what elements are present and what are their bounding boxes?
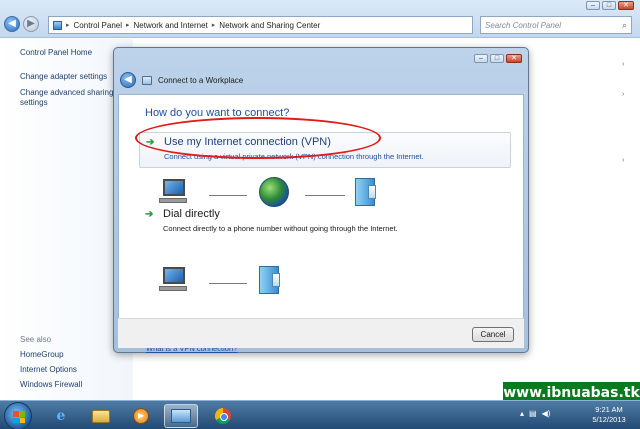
clock-date: 5/12/2013 (592, 415, 626, 424)
address-bar[interactable]: ▸ Control Panel ▸ Network and Internet ▸… (48, 16, 473, 34)
taskbar-media-button[interactable]: ▶ (124, 404, 158, 428)
chrome-icon (215, 408, 231, 424)
dialog-minimize-button[interactable]: – (474, 54, 488, 63)
connection-line (305, 195, 345, 196)
red-highlight-ellipse (135, 117, 381, 159)
forward-button[interactable]: ▶ (23, 16, 39, 32)
breadcrumb-separator-icon: ▸ (211, 22, 216, 29)
close-button[interactable]: ✕ (618, 1, 634, 10)
connect-workplace-dialog: – □ ✕ ◀ Connect to a Workplace How do yo… (113, 47, 529, 353)
show-hidden-icons-icon[interactable]: ▴ (520, 409, 524, 418)
dialog-header: ◀ Connect to a Workplace (118, 66, 524, 94)
dial-option-title: Dial directly (163, 208, 220, 220)
edge-mark: › (622, 157, 625, 164)
dialog-body: How do you want to connect? ➔ Use my Int… (118, 94, 524, 353)
dialog-title: Connect to a Workplace (158, 75, 244, 85)
explorer-toolbar: – □ ✕ ◀ ▶ ▸ Control Panel ▸ Network and … (0, 0, 640, 38)
dial-option-description: Connect directly to a phone number witho… (163, 224, 398, 233)
minimize-button[interactable]: – (586, 1, 600, 10)
sidebar-item-control-panel-home[interactable]: Control Panel Home (20, 48, 92, 58)
clock-time: 9:21 AM (595, 405, 623, 414)
taskbar-explorer-button[interactable] (84, 404, 118, 428)
cancel-button[interactable]: Cancel (472, 327, 514, 342)
system-clock[interactable]: 9:21 AM 5/12/2013 (584, 405, 634, 425)
media-player-icon: ▶ (133, 408, 149, 424)
breadcrumb-control-panel[interactable]: Control Panel (74, 21, 122, 30)
taskbar-ie-button[interactable]: e (44, 404, 78, 428)
dial-diagram (159, 259, 499, 299)
sidebar-item-homegroup[interactable]: HomeGroup (20, 350, 64, 360)
dialog-maximize-button[interactable]: □ (490, 54, 504, 63)
volume-icon[interactable]: ◀) (542, 409, 551, 418)
search-input[interactable]: Search Control Panel (485, 21, 561, 30)
search-box[interactable]: Search Control Panel ⌕ (480, 16, 632, 34)
search-icon[interactable]: ⌕ (622, 20, 627, 31)
computer-icon (159, 267, 187, 293)
breadcrumb-sharing-center[interactable]: Network and Sharing Center (219, 21, 320, 30)
connection-line (209, 283, 247, 284)
breadcrumb-separator-icon: ▸ (126, 22, 130, 29)
breadcrumb-network-internet[interactable]: Network and Internet (134, 21, 208, 30)
connection-line (209, 195, 247, 196)
taskbar-chrome-button[interactable] (206, 404, 240, 428)
folder-icon (92, 409, 110, 423)
network-status-icon[interactable]: ▤ (529, 409, 537, 418)
dialog-close-button[interactable]: ✕ (506, 54, 522, 63)
sidebar-item-change-advanced-sharing[interactable]: Change advanced sharing (20, 88, 113, 98)
see-also-heading: See also (20, 335, 52, 344)
start-button[interactable] (4, 402, 32, 429)
network-icon (171, 409, 191, 423)
back-button[interactable]: ◀ (4, 16, 20, 32)
edge-mark: › (622, 91, 625, 98)
green-arrow-icon: ➔ (145, 209, 154, 220)
breadcrumb-separator-icon: ▸ (66, 22, 70, 29)
server-icon (355, 178, 376, 206)
dialog-footer: Cancel (118, 318, 524, 348)
control-panel-icon (53, 20, 62, 30)
maximize-button[interactable]: □ (602, 1, 616, 10)
computer-icon (159, 179, 187, 205)
server-icon (259, 266, 280, 294)
system-tray: ▴ ▤ ◀) (520, 409, 550, 418)
sidebar-item-windows-firewall[interactable]: Windows Firewall (20, 380, 82, 390)
globe-icon (259, 177, 289, 207)
taskbar-network-button[interactable] (164, 404, 198, 428)
sidebar-item-internet-options[interactable]: Internet Options (20, 365, 77, 375)
dialog-caption-buttons: – □ ✕ (474, 54, 522, 63)
dialog-back-button[interactable]: ◀ (120, 72, 136, 88)
taskbar: e ▶ ▴ ▤ ◀) 9:21 AM 5/12/2013 (0, 400, 640, 429)
sidebar-item-change-adapter-settings[interactable]: Change adapter settings (20, 72, 107, 82)
edge-mark: › (622, 61, 625, 68)
windows-logo-icon (13, 411, 25, 423)
network-icon (142, 75, 152, 85)
internet-explorer-icon: e (56, 408, 66, 424)
dial-option[interactable]: ➔ Dial directly Connect directly to a ph… (139, 205, 511, 237)
window-caption-buttons: – □ ✕ (586, 1, 634, 10)
sidebar-item-change-advanced-sharing-cont[interactable]: settings (20, 98, 48, 108)
